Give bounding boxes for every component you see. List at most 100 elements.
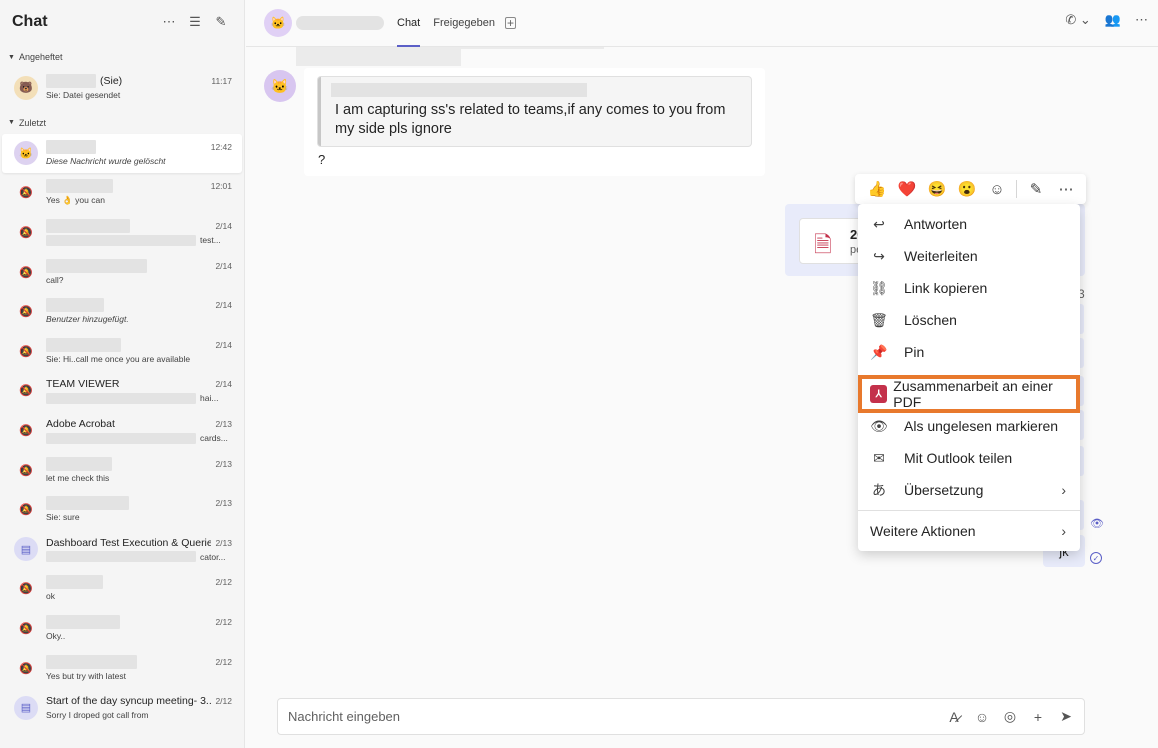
chat-item-preview: Sie: Hi..call me once you are available [46, 352, 232, 365]
header-actions: ✆ ⌄ 👥 ⋯ [1065, 12, 1148, 28]
chat-list-item[interactable]: ▤ Start of the day syncup meeting- 3... 2/… [2, 688, 242, 728]
chat-list-item[interactable]: 🔕 TEAM VIEWER 2/14 hai... [2, 371, 242, 411]
emoji-icon[interactable]: ☺ [974, 709, 990, 725]
chat-item-time: 2/12 [215, 696, 232, 707]
chat-list-item[interactable]: 🔕 2/13 Sie: sure [2, 490, 242, 530]
menu-item-label: Mit Outlook teilen [904, 450, 1013, 466]
chat-item-body: 2/14 Sie: Hi..call me once you are availa… [46, 337, 232, 365]
plus-icon[interactable]: + [1030, 709, 1046, 725]
chat-list-item[interactable]: 🐱 12:42 Diese Nachricht wurde gelöscht [2, 133, 242, 174]
menu-item-als-ungelesen-markieren[interactable]: 👁 Als ungelesen markieren [858, 410, 1080, 442]
message-input[interactable]: Nachricht eingeben [288, 709, 946, 724]
chat-list-item[interactable]: ▤ Dashboard Test Execution & Queries 2/13 c… [2, 530, 242, 570]
chat-item-top: 2/14 [46, 219, 232, 234]
tab-freigegeben[interactable]: Freigegeben [433, 0, 495, 47]
menu-item-link-kopieren[interactable]: ⛓ Link kopieren [858, 272, 1080, 304]
chat-item-time: 2/14 [215, 300, 232, 311]
new-chat-icon[interactable]: ✎ [210, 11, 232, 33]
chat-name-redacted [296, 16, 384, 30]
section-recent[interactable]: ▼ Zuletzt [0, 114, 244, 132]
section-pinned[interactable]: ▼ Angeheftet [0, 48, 244, 66]
muted-bell-icon: 🔕 [19, 504, 33, 517]
tab-chat[interactable]: Chat [397, 0, 421, 47]
chat-list-item[interactable]: 🔕 2/14 Benutzer hinzugefügt. [2, 292, 242, 332]
chat-item-time: 2/14 [215, 339, 232, 350]
chat-list-item[interactable]: 🔕 2/12 ok [2, 569, 242, 609]
menu-item-weiterleiten[interactable]: ↪ Weiterleiten [858, 240, 1080, 272]
chat-item-time: 2/14 [215, 379, 232, 390]
chat-item-name: Start of the day syncup meeting- 3... [46, 695, 211, 707]
chat-list-item[interactable]: 🔕 2/14 call? [2, 252, 242, 292]
filter-icon[interactable]: ☰ [184, 11, 206, 33]
divider [858, 510, 1080, 511]
chat-item-top: 2/13 [46, 496, 232, 511]
quoted-message[interactable]: I am capturing ss's related to teams,if … [318, 77, 751, 146]
menu-item-more-actions[interactable]: Weitere Aktionen › [858, 515, 1080, 547]
menu-item-übersetzung[interactable]: あ Übersetzung › [858, 474, 1080, 506]
more-options-icon[interactable]: ⋯ [158, 11, 180, 33]
chat-item-top: (Sie) 11:17 [46, 74, 232, 89]
add-reaction-icon[interactable]: ☺ [982, 174, 1012, 204]
chat-item-preview-text: Sie: sure [46, 512, 80, 523]
loop-icon[interactable]: ◎ [1002, 708, 1018, 725]
menu-item-antworten[interactable]: ↩ Antworten [858, 208, 1080, 240]
avatar: 🐱 [14, 141, 38, 166]
chat-item-preview: Sie: sure [46, 511, 232, 524]
call-icon[interactable]: ✆ ⌄ [1065, 12, 1090, 28]
chat-item-preview: Diese Nachricht wurde gelöscht [46, 154, 232, 167]
chat-list-item[interactable]: 🔕 2/14 Sie: Hi..call me once you are avail… [2, 332, 242, 372]
section-recent-label: Zuletzt [18, 117, 46, 128]
chat-item-name [46, 456, 211, 471]
menu-item-löschen[interactable]: 🗑 Löschen [858, 304, 1080, 336]
chevron-right-icon: › [1061, 523, 1066, 539]
laugh-reaction[interactable]: 😆 [922, 174, 952, 204]
more-options-icon[interactable]: ⋯ [1135, 12, 1148, 28]
edit-icon[interactable]: ✎ [1021, 174, 1051, 204]
chat-sidebar: Chat ⋯ ☰ ✎ ▼ Angeheftet 🐻 (Sie) 11:17 Sie: … [0, 0, 245, 748]
chat-item-preview: call? [46, 273, 232, 286]
chat-item-body: 2/14 test... [46, 219, 232, 247]
send-icon[interactable]: ➤ [1058, 708, 1074, 725]
chat-item-name [46, 258, 211, 273]
caret-down-icon: ▼ [8, 53, 15, 61]
chat-list-item[interactable]: 🐻 (Sie) 11:17 Sie: Datei gesendet [2, 68, 242, 108]
redacted-name [46, 456, 112, 471]
chat-list-item[interactable]: 🔕 2/12 Oky.. [2, 609, 242, 649]
chat-list-item[interactable]: 🔕 2/12 Yes but try with latest [2, 648, 242, 688]
menu-item-pin[interactable]: 📌 Pin [858, 336, 1080, 368]
chat-item-preview: Oky.. [46, 630, 232, 643]
seen-icon: 👁 [1090, 518, 1104, 530]
menu-item-mit-outlook-teilen[interactable]: ✉ Mit Outlook teilen [858, 442, 1080, 474]
chat-item-top: 2/12 [46, 654, 232, 669]
chat-list-item[interactable]: 🔕 2/14 test... [2, 213, 242, 253]
menu-item-pdf-collab[interactable]: ⅄ Zusammenarbeit an einer PDF [858, 375, 1080, 413]
chat-item-top: 2/13 [46, 456, 232, 471]
chat-item-preview-text: Sie: Datei gesendet [46, 90, 121, 101]
message-composer[interactable]: Nachricht eingeben A̷ ☺ ◎ + ➤ [277, 698, 1085, 735]
redacted-preview [46, 551, 196, 563]
people-icon[interactable]: 👥 [1105, 12, 1121, 28]
sidebar-title: Chat [12, 13, 48, 30]
heart-reaction[interactable]: ❤️ [892, 174, 922, 204]
menu-item-label: Link kopieren [904, 280, 988, 296]
menu-item-label: Löschen [904, 312, 957, 328]
surprised-reaction[interactable]: 😮 [952, 174, 982, 204]
redacted-preview [46, 432, 196, 444]
add-tab-icon[interactable]: + [505, 17, 517, 29]
format-icon[interactable]: A̷ [946, 709, 962, 725]
redacted-preview [46, 234, 196, 246]
chat-item-name [46, 654, 211, 669]
chat-item-time: 2/14 [215, 260, 232, 271]
chat-list-item[interactable]: 🔕 2/13 let me check this [2, 450, 242, 490]
translate-icon: あ [872, 482, 886, 498]
chat-list-item[interactable]: 🔕 Adobe Acrobat 2/13 cards... [2, 411, 242, 451]
message-bubble[interactable]: I am capturing ss's related to teams,if … [304, 68, 765, 176]
avatar[interactable]: 🐱 [264, 70, 296, 102]
avatar[interactable]: 🐱 [264, 9, 292, 37]
chat-list-item[interactable]: 🔕 12:01 Yes 👌 you can [2, 173, 242, 213]
chat-item-body: 2/13 let me check this [46, 456, 232, 484]
muted-bell-icon: 🔕 [19, 345, 33, 358]
more-options-icon[interactable]: ⋯ [1051, 174, 1081, 204]
chat-item-top: Dashboard Test Execution & Queries 2/13 [46, 535, 232, 550]
thumbs-up-reaction[interactable]: 👍 [862, 174, 892, 204]
